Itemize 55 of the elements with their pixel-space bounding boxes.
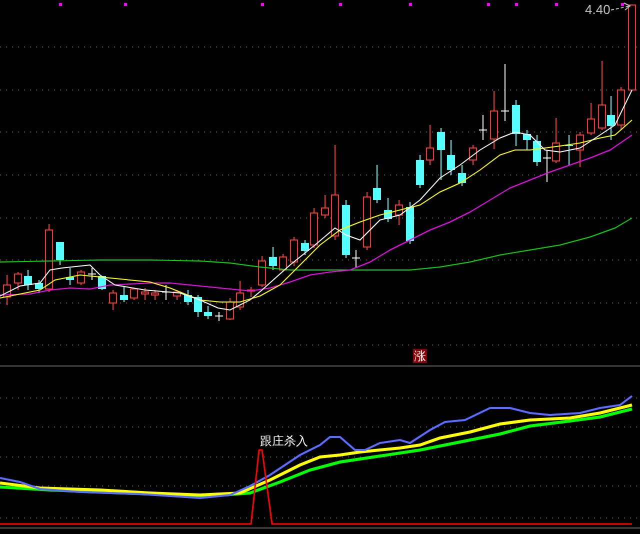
candlestick: [437, 128, 445, 180]
candlestick: [290, 236, 298, 266]
candlestick: [35, 280, 43, 294]
candlestick: [14, 272, 22, 290]
candlestick: [109, 290, 117, 310]
candlestick: [279, 254, 287, 272]
candlestick: [258, 256, 266, 288]
candlestick: [617, 86, 625, 130]
candlestick: [120, 286, 128, 302]
candlestick: [194, 294, 202, 318]
candlestick: [214, 312, 224, 322]
candlestick: [321, 194, 329, 218]
candlestick: [151, 290, 159, 300]
candlestick: [478, 114, 488, 140]
candlestick: [173, 290, 181, 300]
candlestick: [88, 268, 96, 280]
candlestick: [447, 140, 455, 176]
candlestick: [226, 298, 234, 320]
candlestick: [426, 124, 434, 166]
candlestick: [236, 280, 244, 310]
candlestick: [469, 144, 477, 166]
candlestick: [247, 286, 255, 298]
candlestick: [352, 250, 360, 268]
candlestick: [56, 242, 64, 266]
candlestick: [587, 102, 595, 136]
candlestick: [24, 270, 32, 290]
candlestick: [533, 134, 541, 166]
candlestick: [77, 270, 85, 286]
candlestick: [490, 90, 498, 150]
candlestick: [130, 288, 138, 300]
candlestick: [373, 164, 381, 204]
price-label: 4.40: [585, 2, 610, 18]
candlestick: [395, 200, 403, 226]
candlestick: [565, 134, 573, 166]
candlestick: [542, 150, 552, 182]
candlestick: [45, 224, 53, 292]
candlestick: [363, 192, 371, 250]
candlestick: [342, 200, 350, 258]
candlestick: [406, 202, 414, 244]
candlestick: [141, 288, 149, 300]
signal-badge: 涨: [413, 349, 427, 363]
candlestick: [204, 306, 212, 320]
price-pointer-icon: [610, 2, 631, 10]
candlestick: [512, 100, 520, 146]
candlestick: [184, 290, 192, 306]
candlestick: [523, 130, 531, 150]
candlestick: [3, 274, 11, 306]
candlestick: [500, 64, 510, 122]
candlestick: [66, 268, 74, 286]
candlestick: [576, 132, 584, 168]
candlestick: [269, 246, 277, 270]
candlestick: [458, 164, 466, 186]
signal-label: 跟庄杀入: [260, 434, 308, 448]
candlestick: [416, 154, 424, 188]
candlestick: [384, 198, 392, 222]
